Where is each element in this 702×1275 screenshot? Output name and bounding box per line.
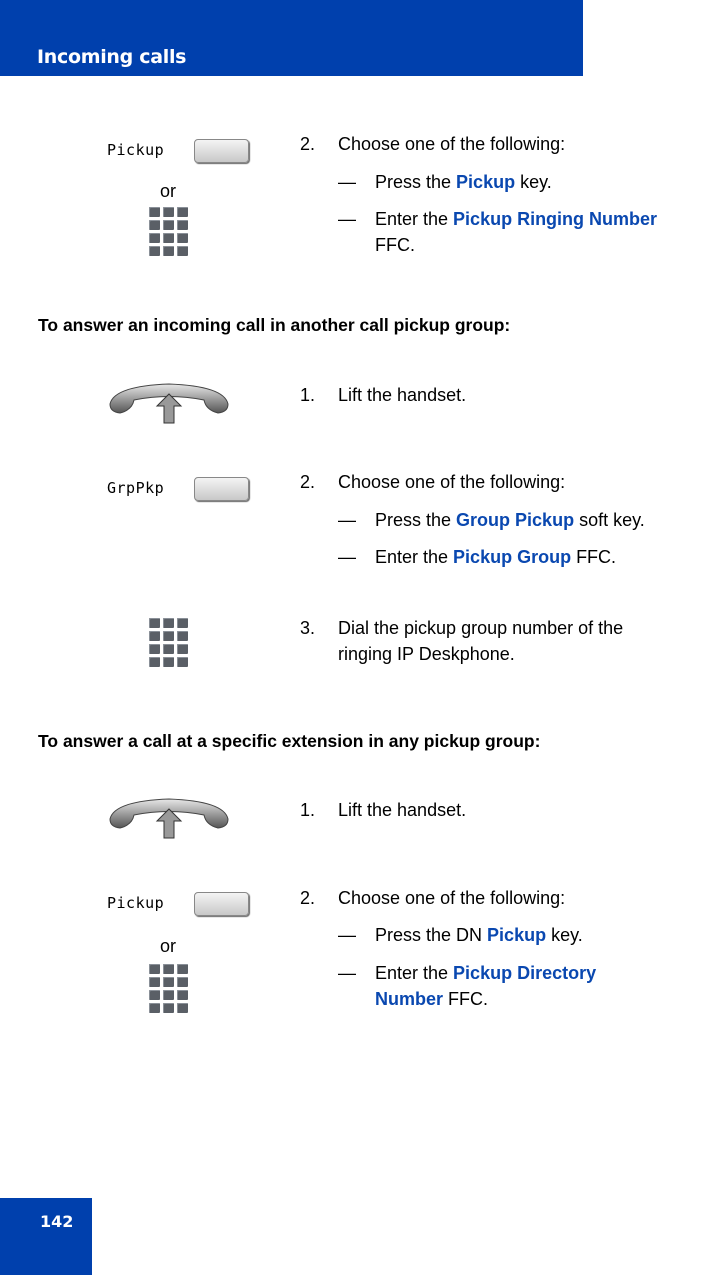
section-heading: To answer an incoming call in another ca… (38, 315, 511, 335)
group-pickup-highlight: Group Pickup (456, 510, 575, 530)
step-text: Choose one of the following: (338, 888, 566, 908)
section-heading: To answer a call at a specific extension… (38, 731, 541, 751)
step-number: 2. (300, 134, 316, 154)
step-number: 1. (300, 385, 316, 405)
step-number: 1. (300, 800, 316, 820)
pickup-softkey-label: Pickup (107, 141, 165, 159)
dialpad-icon (149, 207, 188, 256)
dash: — (338, 963, 356, 983)
page-number: 142 (40, 1212, 74, 1231)
option-text: Enter the Pickup Group FFC. (375, 547, 617, 567)
dash: — (338, 172, 356, 192)
step-number: 2. (300, 888, 316, 908)
dialpad-icon (149, 618, 188, 667)
option-text: Enter the Pickup Ringing Number FFC. (375, 209, 658, 255)
dash: — (338, 547, 356, 567)
softkey-button-icon (194, 892, 249, 916)
page-number-box: 142 (0, 1198, 92, 1275)
pickup-key-highlight: Pickup (456, 172, 516, 192)
softkey-button-icon (194, 139, 249, 163)
step-text: Dial the pickup group number of the ring… (338, 618, 624, 664)
dash: — (338, 925, 356, 945)
or-label: or (160, 936, 177, 956)
option-text: Enter the Pickup Directory Number FFC. (375, 963, 597, 1009)
step-text: Choose one of the following: (338, 472, 566, 492)
pickup-softkey-label: Pickup (107, 894, 165, 912)
ffc-highlight: Pickup Ringing Number (453, 209, 658, 229)
lift-handset-icon (109, 798, 229, 839)
softkey-button-icon (194, 477, 249, 501)
dialpad-icon (149, 964, 188, 1013)
pickup-key-highlight: Pickup (487, 925, 547, 945)
option-text: Press the Pickup key. (375, 172, 552, 192)
header-bar: Incoming calls (0, 0, 583, 76)
option-text: Press the DN Pickup key. (375, 925, 583, 945)
step-number: 3. (300, 618, 316, 638)
dash: — (338, 510, 356, 530)
step-text: Choose one of the following: (338, 134, 566, 154)
chapter-title: Incoming calls (37, 46, 187, 68)
step-text: Lift the handset. (338, 385, 467, 405)
pickup-group-highlight: Pickup Group (453, 547, 572, 567)
dash: — (338, 209, 356, 229)
grppkp-softkey-label: GrpPkp (107, 479, 165, 497)
lift-handset-icon (109, 383, 229, 424)
option-text: Press the Group Pickup soft key. (375, 510, 645, 530)
or-label: or (160, 181, 177, 201)
step-number: 2. (300, 472, 316, 492)
step-text: Lift the handset. (338, 800, 467, 820)
